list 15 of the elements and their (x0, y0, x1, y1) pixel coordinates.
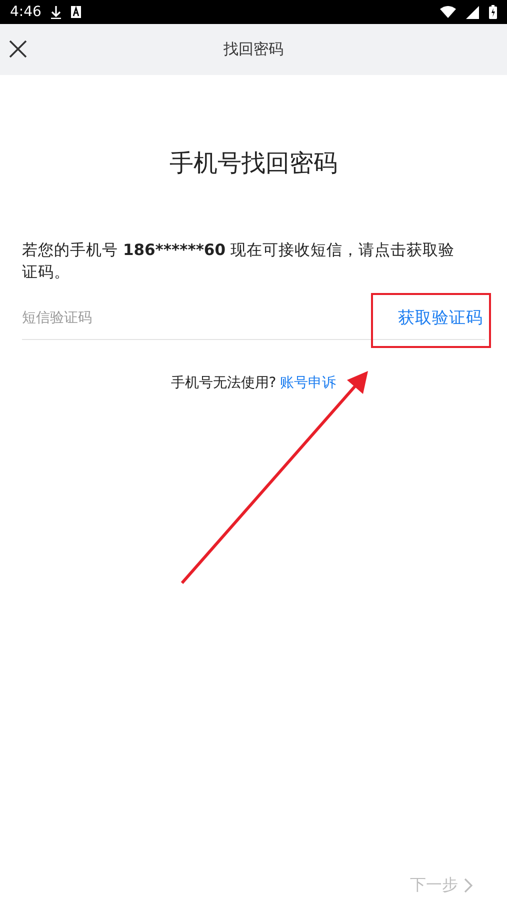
wifi-icon (440, 6, 456, 18)
instruction-text: 若您的手机号 186******60 现在可接收短信，请点击获取验证码。 (22, 240, 456, 283)
header-title: 找回密码 (224, 40, 284, 59)
download-icon (51, 6, 62, 18)
signal-icon (466, 6, 479, 18)
appeal-link[interactable]: 账号申诉 (280, 374, 336, 392)
get-code-link[interactable]: 获取验证码 (396, 307, 485, 329)
help-text: 手机号无法使用? (170, 374, 276, 392)
sms-code-field[interactable]: 短信验证码 获取验证码 (22, 297, 485, 340)
page-heading: 手机号找回密码 (168, 148, 338, 179)
notification-icon (71, 6, 82, 18)
close-button[interactable] (8, 39, 28, 59)
chevron-icon (464, 878, 473, 893)
status-time: 4:46 (10, 4, 42, 20)
battery-icon (489, 5, 497, 19)
